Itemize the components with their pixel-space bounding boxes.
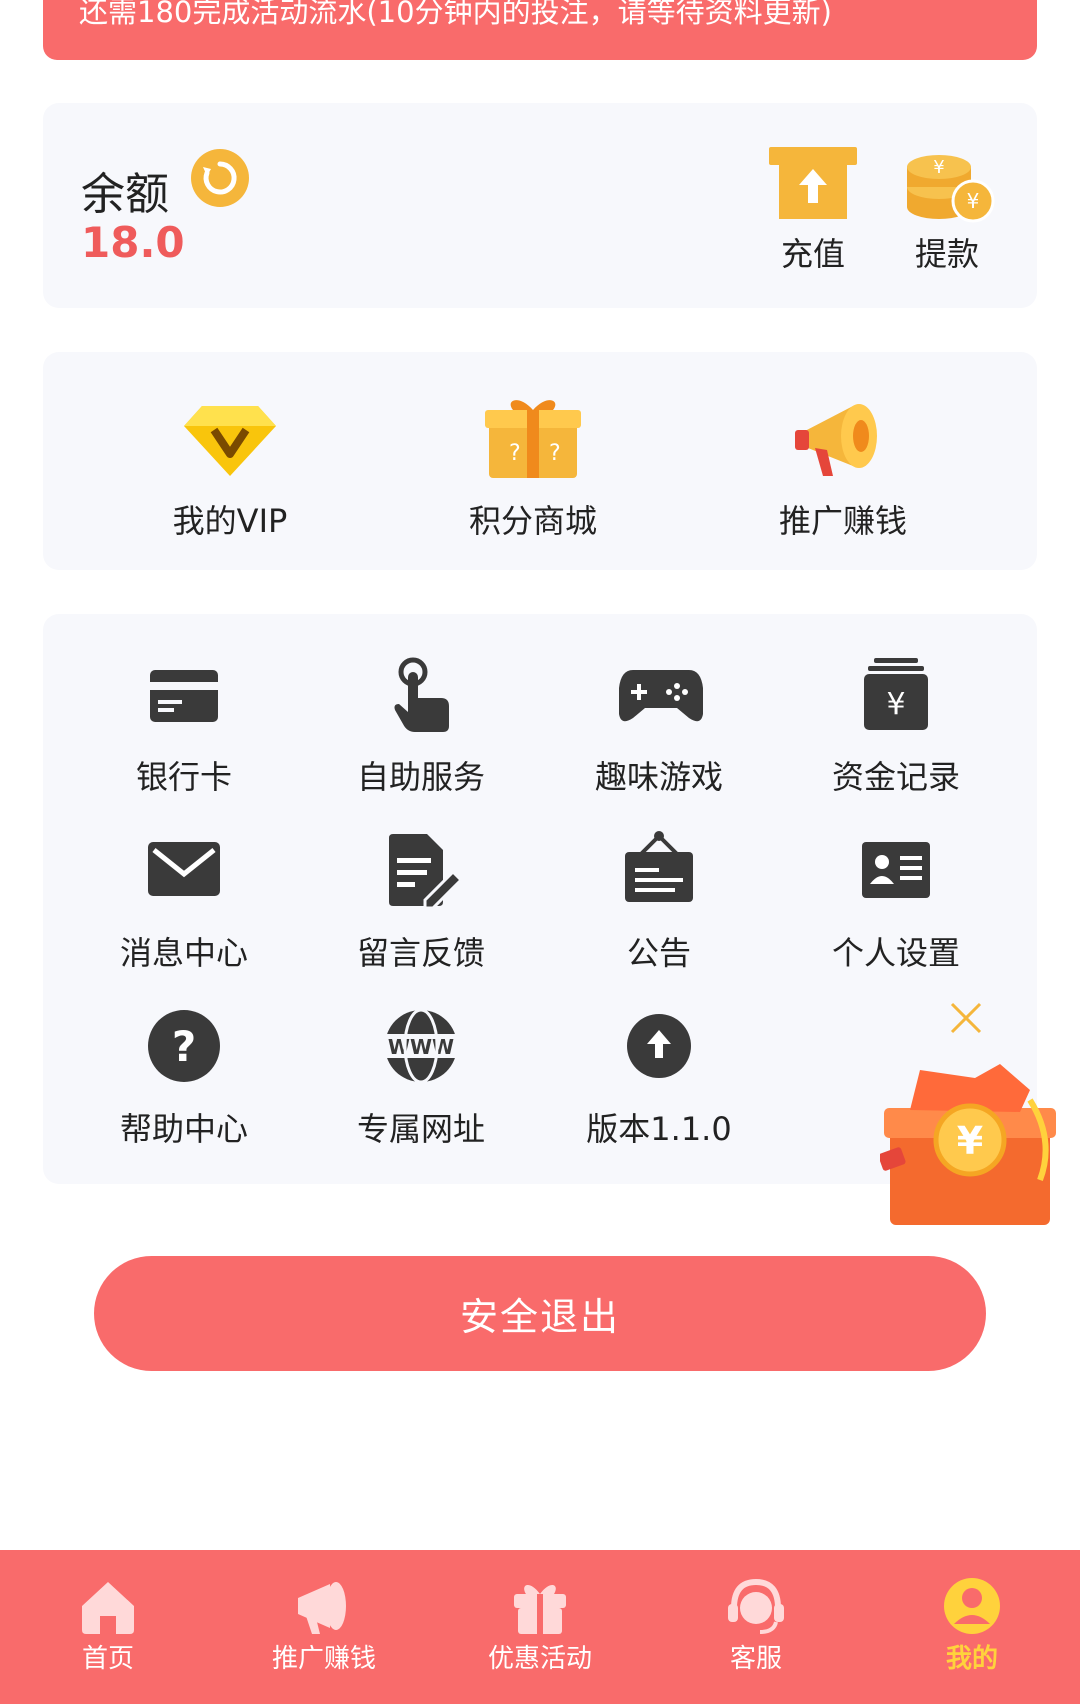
customer-service-icon bbox=[724, 1576, 788, 1636]
user-icon bbox=[940, 1576, 1004, 1636]
bottom-tab-bar: 首页 推广赚钱 优惠活动 客服 我的 bbox=[0, 1550, 1080, 1704]
personal-settings-item[interactable]: 个人设置 bbox=[776, 830, 1016, 974]
tab-mine[interactable]: 我的 bbox=[892, 1576, 1052, 1675]
profile-page: 还需180完成活动流水(10分钟内的投注，请等待资料更新) 余额 18.0 充值 bbox=[0, 0, 1080, 1704]
balance-card: 余额 18.0 充值 ¥ ¥ 提款 bbox=[43, 103, 1037, 308]
tab-promotions-label: 优惠活动 bbox=[487, 1644, 592, 1674]
floating-gift-promo[interactable]: ¥ bbox=[878, 1000, 1065, 1230]
tab-customer-service-label: 客服 bbox=[729, 1644, 782, 1674]
fund-records-item[interactable]: ¥ 资金记录 bbox=[776, 654, 1016, 798]
quick-links-card: 我的VIP ? ? 积分商城 推广赚钱 bbox=[43, 352, 1037, 570]
tab-customer-service[interactable]: 客服 bbox=[676, 1576, 836, 1675]
bank-card-label: 银行卡 bbox=[135, 758, 232, 796]
notice-text: 还需180完成活动流水(10分钟内的投注，请等待资料更新) bbox=[79, 0, 832, 29]
balance-value: 18.0 bbox=[81, 218, 185, 267]
personal-settings-label: 个人设置 bbox=[831, 934, 960, 972]
tab-mine-label: 我的 bbox=[945, 1644, 998, 1674]
self-service-item[interactable]: 自助服务 bbox=[301, 654, 541, 798]
id-card-icon bbox=[856, 830, 936, 910]
feedback-edit-icon bbox=[381, 830, 464, 910]
refresh-icon[interactable] bbox=[191, 149, 249, 207]
promote-link[interactable]: 推广赚钱 bbox=[733, 392, 953, 542]
self-service-label: 自助服务 bbox=[356, 758, 485, 796]
announcement-label: 公告 bbox=[626, 934, 691, 972]
upload-arrow-icon bbox=[619, 1006, 699, 1086]
svg-text:?: ? bbox=[172, 1022, 196, 1071]
tap-hand-icon bbox=[381, 654, 461, 734]
svg-text:¥: ¥ bbox=[967, 189, 980, 213]
exclusive-url-item[interactable]: WWW 专属网址 bbox=[301, 1006, 541, 1150]
megaphone-icon bbox=[292, 1576, 356, 1636]
gift-box-icon: ? ? bbox=[483, 392, 583, 482]
home-icon bbox=[76, 1576, 140, 1636]
feedback-label: 留言反馈 bbox=[356, 934, 485, 972]
bank-card-icon bbox=[144, 654, 224, 734]
deposit-icon bbox=[763, 143, 863, 223]
notice-bar: 还需180完成活动流水(10分钟内的投注，请等待资料更新) bbox=[43, 0, 1037, 60]
points-mall-link[interactable]: ? ? 积分商城 bbox=[423, 392, 643, 542]
message-center-label: 消息中心 bbox=[119, 934, 248, 972]
help-center-label: 帮助中心 bbox=[119, 1110, 248, 1148]
feedback-item[interactable]: 留言反馈 bbox=[301, 830, 541, 974]
vip-link[interactable]: 我的VIP bbox=[120, 392, 340, 542]
version-item[interactable]: 版本1.1.0 bbox=[539, 1006, 779, 1150]
version-label: 版本1.1.0 bbox=[586, 1110, 732, 1148]
svg-text:WWW: WWW bbox=[388, 1035, 454, 1059]
fund-records-label: 资金记录 bbox=[831, 758, 960, 796]
promote-label: 推广赚钱 bbox=[778, 502, 907, 540]
message-center-item[interactable]: 消息中心 bbox=[64, 830, 304, 974]
svg-text:¥: ¥ bbox=[957, 1119, 983, 1163]
svg-text:?: ? bbox=[509, 441, 521, 466]
svg-text:¥: ¥ bbox=[933, 157, 944, 178]
bank-card-item[interactable]: 银行卡 bbox=[64, 654, 304, 798]
svg-text:?: ? bbox=[549, 441, 561, 466]
svg-text:¥: ¥ bbox=[886, 687, 905, 722]
withdraw-button[interactable]: ¥ ¥ 提款 bbox=[877, 143, 1017, 275]
tab-home-label: 首页 bbox=[81, 1644, 134, 1674]
exclusive-url-label: 专属网址 bbox=[356, 1110, 485, 1148]
megaphone-icon bbox=[793, 392, 893, 482]
vip-diamond-icon bbox=[180, 392, 280, 482]
help-question-icon: ? bbox=[144, 1006, 224, 1086]
tab-promote-label: 推广赚钱 bbox=[271, 1644, 376, 1674]
announcement-item[interactable]: 公告 bbox=[539, 830, 779, 974]
fun-games-item[interactable]: 趣味游戏 bbox=[539, 654, 779, 798]
gamepad-icon bbox=[619, 654, 703, 734]
points-mall-label: 积分商城 bbox=[468, 502, 597, 540]
fun-games-label: 趣味游戏 bbox=[594, 758, 723, 796]
money-record-icon: ¥ bbox=[856, 654, 936, 734]
tab-promote[interactable]: 推广赚钱 bbox=[244, 1576, 404, 1675]
envelope-icon bbox=[144, 830, 224, 910]
help-center-item[interactable]: ? 帮助中心 bbox=[64, 1006, 304, 1150]
gift-icon bbox=[508, 1576, 572, 1636]
logout-button[interactable]: 安全退出 bbox=[94, 1256, 986, 1371]
tab-promotions[interactable]: 优惠活动 bbox=[460, 1576, 620, 1675]
withdraw-coins-icon: ¥ ¥ bbox=[897, 143, 997, 223]
vip-label: 我的VIP bbox=[172, 502, 288, 540]
deposit-button[interactable]: 充值 bbox=[743, 143, 883, 275]
tab-home[interactable]: 首页 bbox=[28, 1576, 188, 1675]
deposit-label: 充值 bbox=[780, 235, 845, 273]
red-envelope-gift-icon: ¥ bbox=[878, 1060, 1060, 1234]
withdraw-label: 提款 bbox=[914, 235, 979, 273]
notice-board-icon bbox=[619, 830, 699, 910]
www-globe-icon: WWW bbox=[381, 1006, 461, 1086]
balance-label: 余额 bbox=[81, 169, 169, 220]
close-icon[interactable] bbox=[948, 1000, 984, 1036]
